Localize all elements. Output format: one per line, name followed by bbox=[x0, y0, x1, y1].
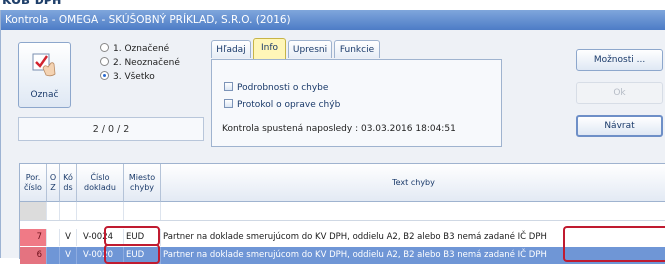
check-window: Kontrola - OMEGA - SKÚŠOBNÝ PRÍKLAD, S.R… bbox=[0, 10, 665, 264]
highlight-doc-number-1 bbox=[104, 226, 160, 246]
cell-order: 7 bbox=[20, 229, 47, 246]
radio-unmarked[interactable]: 2. Neoznačené bbox=[100, 57, 180, 70]
cell-oz bbox=[47, 247, 60, 264]
last-run-info: Kontrola spustená naposledy : 03.03.2016… bbox=[222, 124, 456, 134]
radio-marked-circle[interactable] bbox=[100, 43, 109, 52]
col-header-order[interactable]: Por. číslo bbox=[20, 164, 47, 202]
col-header-doc-number[interactable]: Číslo dokladu bbox=[77, 164, 124, 202]
window-title: Kontrola - OMEGA - SKÚŠOBNÝ PRÍKLAD, S.R… bbox=[1, 10, 665, 30]
checkbox-error-details-box[interactable] bbox=[224, 82, 233, 91]
col-header-error-location[interactable]: Miesto chyby bbox=[124, 164, 161, 202]
radio-all-label: 3. Všetko bbox=[113, 72, 155, 82]
highlight-error-text bbox=[563, 226, 665, 262]
col-header-code[interactable]: Kó ds bbox=[60, 164, 77, 202]
options-button[interactable]: Možnosti ... bbox=[576, 49, 663, 71]
checkbox-error-details[interactable]: Podrobnosti o chybe bbox=[224, 82, 328, 94]
mark-button[interactable]: Označ bbox=[18, 42, 71, 108]
page-header-strip: ᴋᴏʙ ᴅᴘʜ bbox=[0, 0, 665, 10]
radio-all[interactable]: 3. Všetko bbox=[100, 71, 155, 84]
check-hand-icon bbox=[32, 53, 56, 77]
filter-cell[interactable] bbox=[124, 202, 161, 220]
checkbox-correction-log-box[interactable] bbox=[224, 99, 233, 108]
filter-cell[interactable] bbox=[60, 202, 77, 220]
ok-button[interactable]: Ok bbox=[576, 82, 663, 104]
filter-cell[interactable] bbox=[77, 202, 124, 220]
radio-unmarked-label: 2. Neoznačené bbox=[113, 58, 180, 68]
cell-order: 6 bbox=[20, 247, 47, 264]
col-header-error-text[interactable]: Text chyby bbox=[161, 164, 665, 202]
info-panel: Podrobnosti o chybe Protokol o oprave ch… bbox=[211, 59, 502, 147]
cell-code: V bbox=[60, 229, 77, 246]
tab-info[interactable]: Info bbox=[253, 38, 286, 59]
checkbox-correction-log[interactable]: Protokol o oprave chýb bbox=[224, 99, 340, 111]
checkbox-correction-log-label: Protokol o oprave chýb bbox=[237, 100, 341, 110]
back-button[interactable]: Návrat bbox=[576, 115, 663, 137]
record-counter: 2 / 0 / 2 bbox=[18, 117, 204, 141]
filter-cell[interactable] bbox=[20, 202, 47, 220]
radio-marked-label: 1. Označené bbox=[113, 44, 170, 54]
filter-cell[interactable] bbox=[161, 202, 665, 220]
filter-cell[interactable] bbox=[47, 202, 60, 220]
radio-marked[interactable]: 1. Označené bbox=[100, 43, 169, 56]
error-grid: Por. číslo O Z Kó ds Číslo dokladu Miest… bbox=[19, 163, 665, 264]
tab-refine[interactable]: Upresni bbox=[288, 40, 332, 58]
checkbox-error-details-label: Podrobnosti o chybe bbox=[237, 83, 329, 93]
radio-unmarked-circle[interactable] bbox=[100, 57, 109, 66]
cell-code: V bbox=[60, 247, 77, 264]
radio-all-circle[interactable] bbox=[100, 71, 109, 80]
cell-oz bbox=[47, 229, 60, 246]
col-header-oz[interactable]: O Z bbox=[47, 164, 60, 202]
highlight-doc-number-2 bbox=[104, 244, 160, 264]
grid-filter-row bbox=[20, 202, 665, 221]
mark-button-label: Označ bbox=[30, 90, 59, 100]
tab-search[interactable]: Hľadaj bbox=[211, 40, 251, 58]
tab-functions[interactable]: Funkcie bbox=[334, 40, 380, 58]
